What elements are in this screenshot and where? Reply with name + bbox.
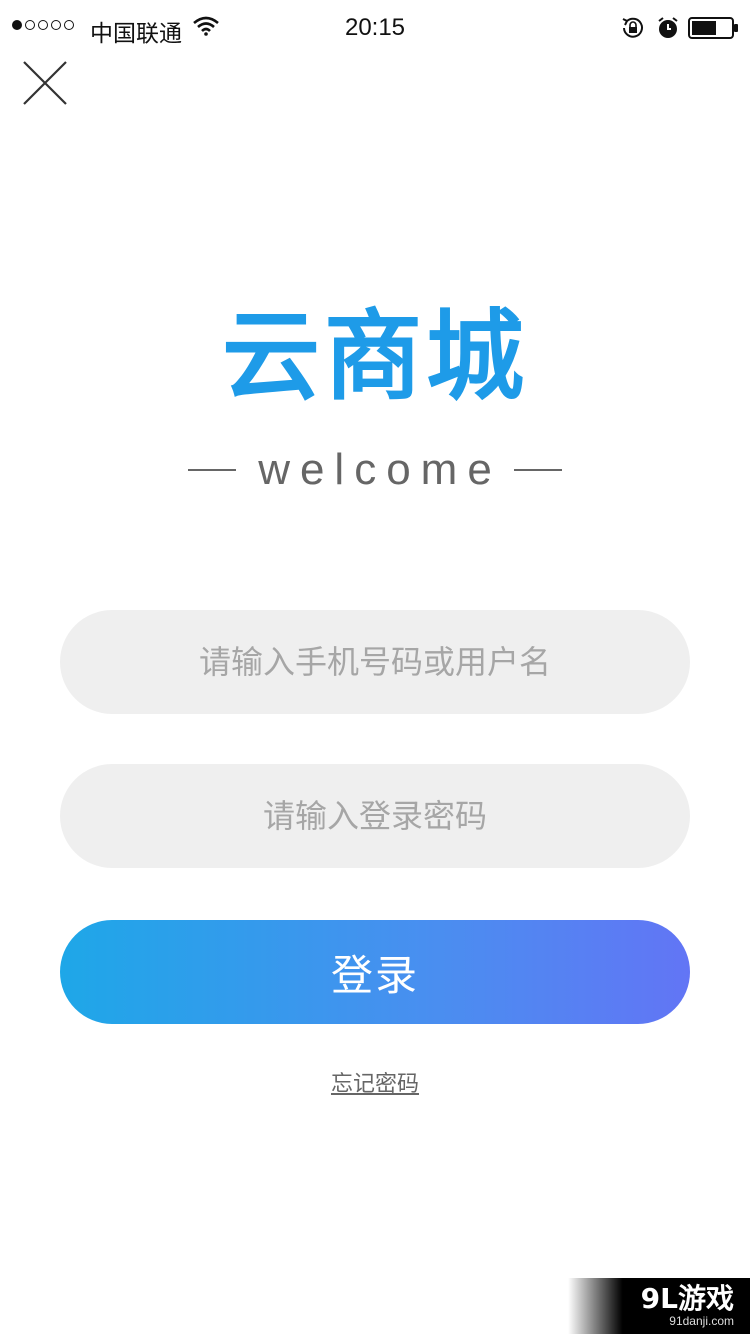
watermark-url: 91danji.com <box>669 1314 734 1328</box>
password-input[interactable] <box>60 764 690 868</box>
signal-strength-icon <box>12 20 74 30</box>
alarm-icon <box>656 16 680 46</box>
welcome-banner: welcome <box>188 440 562 500</box>
welcome-divider-right <box>514 469 562 471</box>
app-logo-title: 云商城 <box>221 300 528 414</box>
welcome-divider-left <box>188 469 236 471</box>
status-bar: 中国联通 20:15 <box>0 0 750 56</box>
login-button[interactable]: 登录 <box>60 920 690 1024</box>
login-screen: 中国联通 20:15 云商城 welcome 请输入手机号码或用户名 登录 忘记… <box>0 0 750 1334</box>
carrier-name: 中国联通 <box>90 21 182 47</box>
battery-icon <box>688 17 740 45</box>
wifi-icon <box>193 16 219 42</box>
rotation-lock-icon <box>620 16 646 46</box>
watermark-logo: 9L游戏 <box>640 1282 734 1315</box>
forgot-password-link[interactable]: 忘记密码 <box>331 1072 419 1097</box>
site-watermark: 9L游戏 91danji.com <box>568 1278 750 1334</box>
forgot-password-row: 忘记密码 <box>0 1066 750 1098</box>
username-input[interactable] <box>60 610 690 714</box>
welcome-text: welcome <box>258 445 502 494</box>
close-icon[interactable] <box>20 58 70 108</box>
